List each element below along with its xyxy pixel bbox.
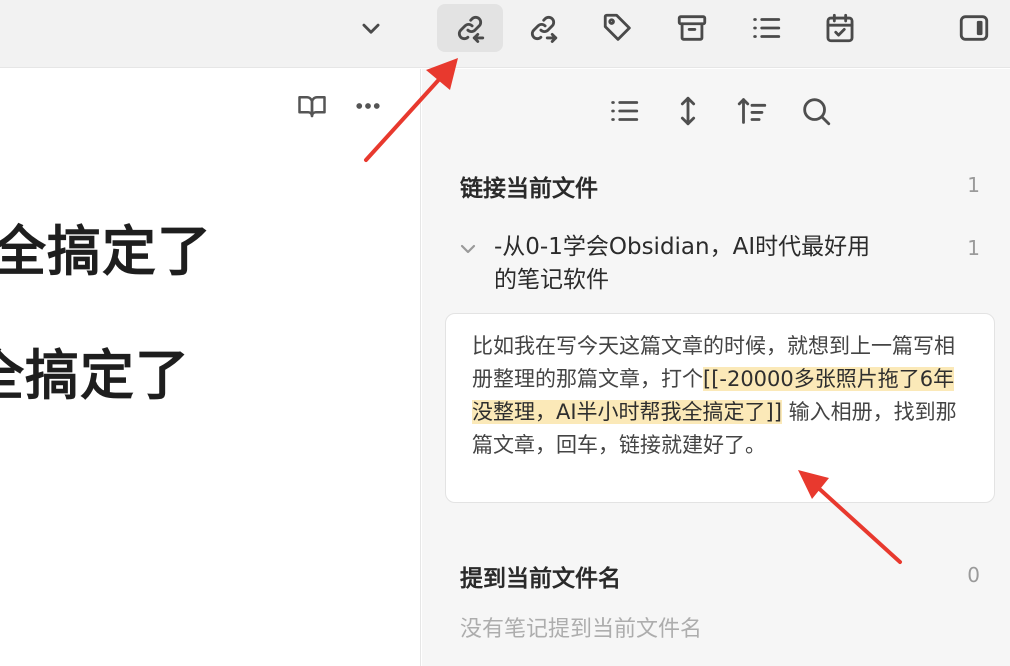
chevron-down-icon <box>362 23 380 34</box>
backlinks-button[interactable] <box>437 4 503 52</box>
chevron-down-icon <box>460 244 476 254</box>
tab-dropdown-button[interactable] <box>338 4 404 52</box>
calendar-button[interactable] <box>807 4 873 52</box>
more-options-button[interactable] <box>351 89 385 123</box>
outgoing-links-button[interactable] <box>510 4 576 52</box>
sort-ascending-icon <box>737 98 767 124</box>
linked-mentions-count: 1 <box>967 173 980 197</box>
archive-icon <box>677 15 707 41</box>
backlink-file-title[interactable]: -从0-1学会Obsidian，AI时代最好用的笔记软件 <box>494 231 874 297</box>
list-icon <box>611 101 639 121</box>
link-outgoing-icon <box>530 15 558 43</box>
outline-button[interactable] <box>733 4 799 52</box>
reading-view-button[interactable] <box>295 89 329 123</box>
top-toolbar <box>0 0 1010 68</box>
backlinks-pane: 链接当前文件 1 -从0-1学会Obsidian，AI时代最好用的笔记软件 1 … <box>422 69 1010 666</box>
toggle-right-sidebar-button[interactable] <box>941 4 1007 52</box>
linked-mentions-title[interactable]: 链接当前文件 <box>460 169 598 203</box>
show-more-context-button[interactable] <box>666 89 710 133</box>
note-heading-line-1: 全搞定了 <box>0 220 212 283</box>
backlink-snippet[interactable]: 比如我在写今天这篇文章的时候，就想到上一篇写相册整理的那篇文章，打个[[-200… <box>445 313 995 503</box>
sort-button[interactable] <box>730 89 774 133</box>
tag-icon <box>603 13 631 41</box>
sidebar-toggle-icon <box>959 15 989 41</box>
link-incoming-icon <box>457 15 485 43</box>
more-horizontal-icon <box>356 103 380 109</box>
calendar-check-icon <box>826 13 854 43</box>
search-button[interactable] <box>794 89 838 133</box>
note-heading-line-2: 全搞定了 <box>0 344 190 407</box>
tags-button[interactable] <box>585 4 651 52</box>
list-icon <box>753 18 781 38</box>
arrows-vertical-icon <box>680 96 696 126</box>
unlinked-mentions-title[interactable]: 提到当前文件名 <box>460 559 621 593</box>
unlinked-empty-message: 没有笔记提到当前文件名 <box>460 617 703 642</box>
book-open-icon <box>298 96 326 118</box>
collapse-file-toggle[interactable] <box>456 237 482 263</box>
archive-button[interactable] <box>659 4 725 52</box>
backlink-file-count: 1 <box>967 236 980 260</box>
collapse-results-button[interactable] <box>602 89 646 133</box>
search-icon <box>803 98 831 126</box>
unlinked-mentions-count: 0 <box>967 563 980 587</box>
editor-pane: 全搞定了 全搞定了 <box>0 69 421 666</box>
